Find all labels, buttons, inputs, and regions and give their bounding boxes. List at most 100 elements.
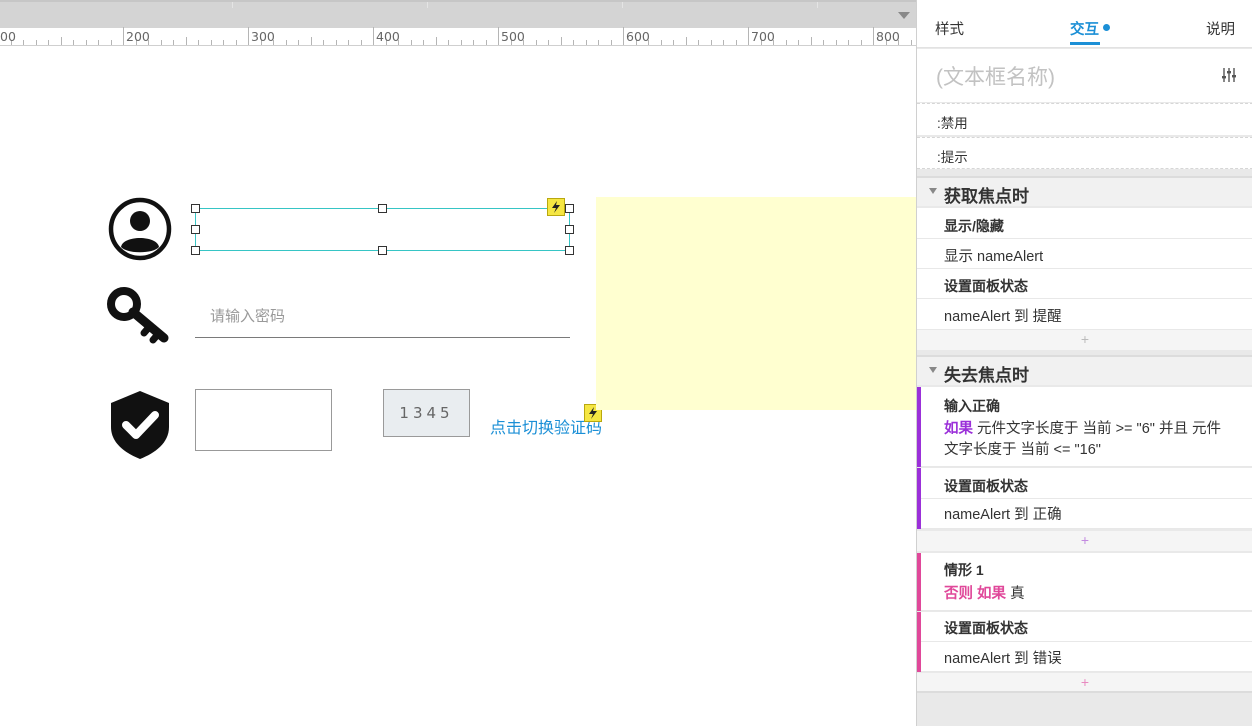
case-color-bar [917,612,921,642]
resize-handle-tc[interactable] [378,204,387,213]
username-input[interactable] [195,208,570,251]
ruler-tick [198,40,199,45]
ruler-tick [748,27,749,45]
ruler-tick [323,40,324,45]
ruler-label: 400 [376,29,400,44]
ruler-tick [736,40,737,45]
widget-name-input[interactable]: (文本框名称) [936,61,1055,91]
ruler-label: 500 [501,29,525,44]
collapse-triangle-icon[interactable] [929,188,937,194]
ruler-tick [623,27,624,45]
active-tab-underline [1070,42,1100,45]
ruler-label: 00 [0,29,16,44]
ruler-tick [86,40,87,45]
action-detail-row[interactable]: 显示 nameAlert [917,239,1252,269]
prop-disabled[interactable]: :禁用 [917,103,1252,135]
prop-hint[interactable]: :提示 [917,137,1252,169]
ruler-tick [911,40,912,45]
ruler-tick [423,40,424,45]
resize-handle-tr[interactable] [565,204,574,213]
resize-handle-br[interactable] [565,246,574,255]
ruler-tick [473,40,474,45]
ruler-tick [161,40,162,45]
dropdown-arrow-icon[interactable] [898,12,910,19]
tab-style[interactable]: 样式 [935,18,964,39]
horizontal-ruler: 00 200 300 400 500 600 700 800 [0,27,916,46]
ruler-tick [486,40,487,45]
if-keyword: 如果 [944,421,973,437]
resize-handle-bl[interactable] [191,246,200,255]
add-action-button[interactable]: + [917,330,1252,350]
ruler-tick [611,40,612,45]
ruler-tick [586,40,587,45]
else-if-keyword: 否则 如果 [944,586,1007,602]
case-condition-line2: 文字长度于 当前 <= "16" [944,442,1101,458]
design-canvas[interactable]: 00 200 300 400 500 600 700 800 请输入密码 134… [0,0,916,726]
verification-code-input[interactable] [195,389,332,451]
add-action-button[interactable]: + [917,531,1252,551]
inspector-tabs: 样式 交互 说明 [917,0,1252,48]
action-title-row[interactable]: 设置面板状态 [917,612,1252,642]
ruler-tick [173,40,174,45]
collapse-triangle-icon[interactable] [929,367,937,373]
ruler-tick [186,37,187,45]
event-title: 获取焦点时 [944,187,1029,206]
action-title-row[interactable]: 显示/隐藏 [917,208,1252,239]
ruler-tick [811,37,812,45]
action-title-row[interactable]: 设置面板状态 [917,468,1252,499]
ruler-tick [686,37,687,45]
interaction-bolt-icon[interactable] [547,198,565,216]
ruler-tick [298,40,299,45]
action-title: 设置面板状态 [944,620,1028,636]
ruler-tick [786,40,787,45]
ruler-tick [723,40,724,45]
condition-text: 真 [1010,586,1025,602]
tab-notes[interactable]: 说明 [1206,18,1235,39]
resize-handle-tl[interactable] [191,204,200,213]
inspector-panel: 样式 交互 说明 (文本框名称) :禁用 :提示 获取焦点时 显示/隐藏 显示 … [916,0,1252,726]
resize-handle-ml[interactable] [191,225,200,234]
case-row-else[interactable]: 情形 1 否则 如果 真 [917,553,1252,611]
captcha-image[interactable]: 1345 [383,389,470,437]
resize-handle-bc[interactable] [378,246,387,255]
action-title: 显示/隐藏 [944,218,1004,234]
ruler-tick [98,40,99,45]
action-title-row[interactable]: 设置面板状态 [917,269,1252,299]
ruler-tick [48,40,49,45]
ruler-tick [711,40,712,45]
ruler-tick [861,40,862,45]
tab-interactions[interactable]: 交互 [1070,18,1099,39]
key-icon [106,286,172,353]
add-action-button[interactable]: + [917,673,1252,693]
ruler-tick [73,40,74,45]
event-title: 失去焦点时 [944,366,1029,385]
password-input[interactable]: 请输入密码 [195,296,570,338]
event-on-blur[interactable]: 失去焦点时 [917,355,1252,385]
resize-handle-mr[interactable] [565,225,574,234]
action-detail: nameAlert 到 错误 [944,651,1062,667]
case-condition-line1: 如果 元件文字长度于 当前 >= "6" 并且 元件 [944,417,1221,438]
password-placeholder: 请输入密码 [210,308,286,325]
ruler-tick [336,40,337,45]
event-on-focus[interactable]: 获取焦点时 [917,176,1252,206]
ruler-tick [286,40,287,45]
active-dot-icon [1103,24,1110,31]
action-detail-row[interactable]: nameAlert 到 错误 [917,642,1252,672]
action-detail-row[interactable]: nameAlert 到 正确 [917,499,1252,529]
sliders-icon[interactable] [1221,67,1237,88]
case-color-bar [917,553,921,611]
action-detail-row[interactable]: nameAlert 到 提醒 [917,299,1252,330]
ruler-tick [211,40,212,45]
ruler-label: 800 [876,29,900,44]
ruler-tick [311,37,312,45]
name-alert-dynamic-panel[interactable] [596,197,916,410]
shield-check-icon [108,389,172,466]
ruler-tick [373,27,374,45]
ruler-tick [36,40,37,45]
canvas-tab-bar [0,0,916,28]
case-color-bar [917,499,921,529]
ruler-tick [598,40,599,45]
user-icon [108,197,172,266]
ruler-tick [411,40,412,45]
case-row-correct[interactable]: 输入正确 如果 元件文字长度于 当前 >= "6" 并且 元件 文字长度于 当前… [917,387,1252,467]
